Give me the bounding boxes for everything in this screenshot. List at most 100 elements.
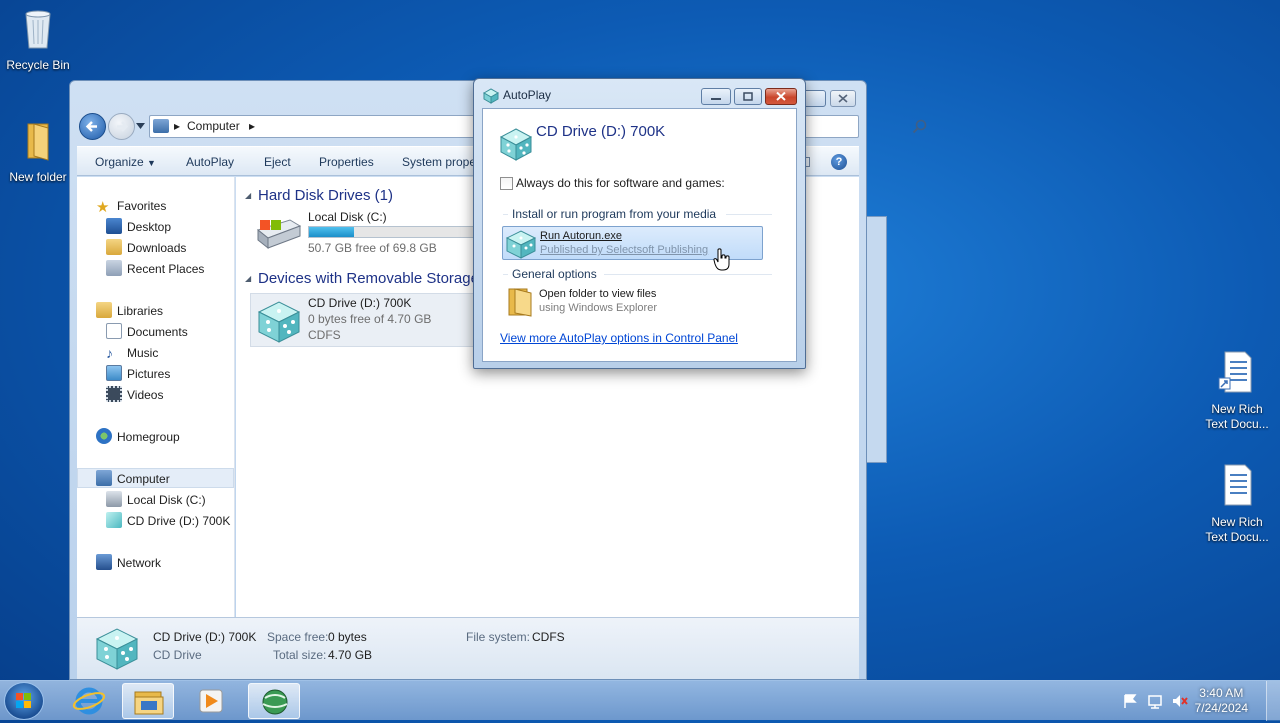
details-fs: CDFS [532,630,565,644]
section-divider [503,274,508,275]
taskbar-autoplay[interactable] [248,683,300,719]
desktop-icon [106,218,122,234]
volume-muted-icon[interactable] [1172,693,1188,709]
system-clock[interactable]: 3:40 AM 7/24/2024 [1195,686,1248,716]
taskbar-windows-explorer[interactable] [122,683,174,719]
capacity-bar [308,226,478,238]
nav-local-disk[interactable]: Local Disk (C:) [106,490,206,510]
drive-filesystem: CDFS [308,328,341,342]
show-desktop-button[interactable] [1266,681,1280,721]
computer-icon [153,119,169,133]
group-header-removable[interactable]: Devices with Removable Storage [258,270,479,287]
autoplay-button[interactable]: AutoPlay [186,155,234,169]
nav-videos[interactable]: Videos [106,385,163,405]
nav-favorites[interactable]: ★ Favorites [96,196,166,216]
internet-explorer-icon [72,687,106,715]
details-name: CD Drive (D:) 700K [153,630,257,644]
details-space-free-label: Space free: [267,630,329,644]
chevron-down-icon[interactable] [136,123,145,129]
hard-disk-icon [106,491,122,507]
section-divider [503,214,508,215]
start-button[interactable] [4,682,44,720]
section-install-heading: Install or run program from your media [512,207,717,221]
flag-icon[interactable] [1122,693,1138,709]
close-icon [776,91,786,101]
folder-icon [508,288,532,317]
desktop-icon-label: Recycle Bin [6,58,70,72]
drive-name: Local Disk (C:) [308,210,387,224]
details-type: CD Drive [153,648,202,662]
nav-homegroup[interactable]: Homegroup [96,427,180,447]
taskbar-internet-explorer[interactable] [63,683,115,719]
desktop-icon-recycle-bin[interactable]: Recycle Bin [0,6,76,73]
chevron-down-icon: ▼ [147,158,156,168]
taskbar: 3:40 AM 7/24/2024 [0,680,1280,721]
details-fs-label: File system: [466,630,531,644]
collapse-arrow-icon[interactable]: ◢ [245,274,251,283]
nav-downloads[interactable]: Downloads [106,238,186,258]
group-header-hard-disks[interactable]: Hard Disk Drives (1) [258,187,393,204]
arrow-left-icon [85,121,97,132]
properties-button[interactable]: Properties [319,155,374,169]
search-icon[interactable] [912,119,927,134]
dialog-title: AutoPlay [503,88,552,102]
minimize-icon [711,98,721,100]
nav-libraries[interactable]: Libraries [96,301,163,321]
drive-free-space: 0 bytes free of 4.70 GB [308,312,432,326]
nav-network[interactable]: Network [96,553,161,573]
nav-desktop[interactable]: Desktop [106,217,171,237]
collapse-arrow-icon[interactable]: ◢ [245,191,251,200]
taskbar-media-player[interactable] [185,683,237,719]
explorer-close-button[interactable] [830,90,856,107]
section-divider [726,214,772,215]
arrow-right-icon [117,121,129,132]
cd-drive-icon [499,128,533,161]
maximize-icon [743,92,753,101]
capacity-bar-fill [309,227,355,237]
breadcrumb-computer[interactable]: Computer [187,119,240,133]
details-space-free: 0 bytes [328,630,367,644]
nav-recent-places[interactable]: Recent Places [106,259,204,279]
drive-tile-local-disk[interactable]: Local Disk (C:) 50.7 GB free of 69.8 GB [250,210,480,260]
section-divider [604,274,772,275]
forward-button[interactable] [108,113,135,140]
videos-icon [106,386,122,402]
hard-disk-icon [256,219,302,250]
hand-cursor-icon [713,248,730,271]
eject-button[interactable]: Eject [264,155,291,169]
libraries-icon [96,302,112,318]
background-window-edge[interactable] [866,216,887,463]
maximize-button[interactable] [734,88,762,105]
network-tray-icon[interactable] [1147,693,1163,709]
breadcrumb-arrow-icon[interactable]: ▸ [249,119,255,133]
document-icon [1224,464,1252,506]
open-folder-option[interactable]: Open folder to view files using Windows … [502,284,763,318]
help-icon[interactable]: ? [831,154,847,170]
nav-music[interactable]: ♪ Music [106,343,158,363]
folder-icon [27,123,49,161]
document-icon [1218,351,1252,393]
desktop-icon-label: New Rich Text Docu... [1205,402,1269,431]
nav-cd-drive[interactable]: CD Drive (D:) 700K [106,511,230,531]
nav-computer[interactable]: Computer [96,469,170,489]
music-icon: ♪ [106,345,113,361]
nav-pictures[interactable]: Pictures [106,364,170,384]
drive-heading: CD Drive (D:) 700K [536,123,666,140]
computer-icon [96,470,112,486]
system-properties-button[interactable]: System prope [402,155,476,169]
more-options-link[interactable]: View more AutoPlay options in Control Pa… [500,331,738,345]
desktop-icon-rich-text-1[interactable]: New Rich Text Docu... [1199,350,1275,432]
nav-documents[interactable]: Documents [106,322,188,342]
desktop-icon-new-folder[interactable]: New folder [0,118,76,185]
always-checkbox-label[interactable]: Always do this for software and games: [516,176,725,190]
always-checkbox[interactable] [500,177,513,190]
minimize-button[interactable] [701,88,731,105]
organize-menu[interactable]: Organize ▼ [95,155,156,169]
dialog-body: CD Drive (D:) 700K Always do this for so… [482,108,797,362]
drive-tile-cd-drive[interactable]: CD Drive (D:) 700K 0 bytes free of 4.70 … [250,293,480,347]
desktop-icon-rich-text-2[interactable]: New Rich Text Docu... [1199,463,1275,545]
globe-icon [262,689,288,715]
back-button[interactable] [79,113,106,140]
navigation-pane: ★ Favorites Desktop Downloads Recent Plac… [77,177,235,617]
close-button[interactable] [765,88,797,105]
